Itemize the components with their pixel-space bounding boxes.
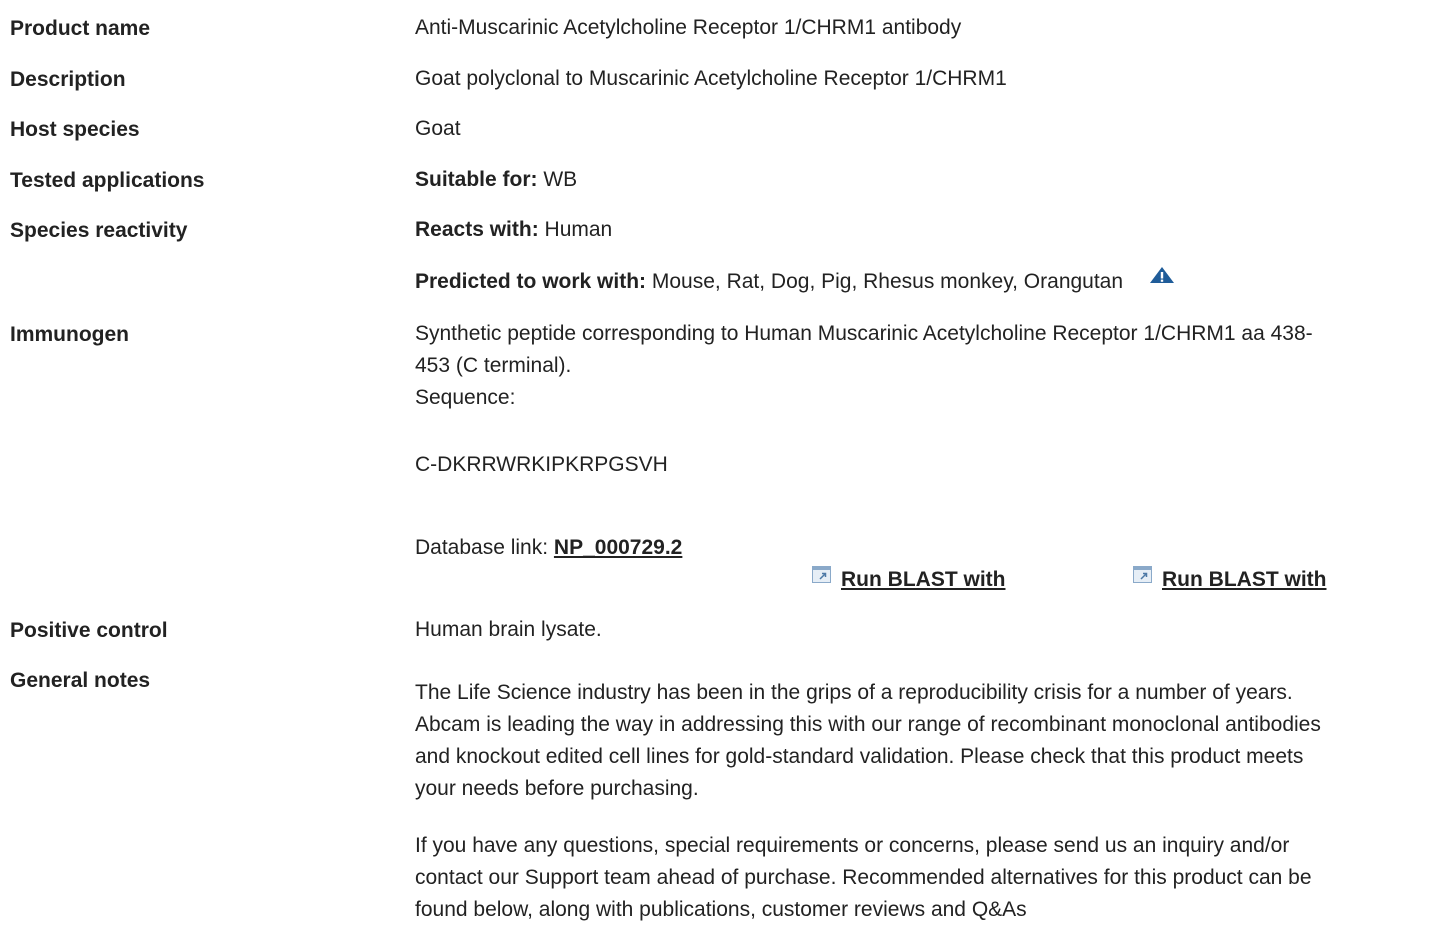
host-species-value: Goat [415, 113, 1442, 145]
run-blast-link-2[interactable]: Run BLAST with [1162, 568, 1326, 591]
species-reactivity-label: Species reactivity [10, 219, 188, 242]
general-notes-line: The Life Science industry has been in th… [415, 681, 1293, 704]
sequence-value: C-DKRRWRKIPKRPGSVH [415, 449, 1442, 481]
general-notes-line: and knockout edited cell lines for gold-… [415, 745, 1304, 768]
run-blast-button-1[interactable]: Run BLAST with [812, 565, 1005, 592]
run-blast-link-1[interactable]: Run BLAST with [841, 568, 1005, 591]
immunogen-line-1: Synthetic peptide corresponding to Human… [415, 322, 1313, 345]
description-text: Goat polyclonal to Muscarinic Acetylchol… [415, 67, 1007, 90]
predicted-key: Predicted to work with: [415, 270, 647, 293]
database-link[interactable]: NP_000729.2 [554, 536, 682, 559]
host-species-text: Goat [415, 117, 461, 140]
positive-control-text: Human brain lysate. [415, 618, 602, 641]
general-notes-paragraph-2: If you have any questions, special requi… [415, 830, 1442, 926]
reacts-with-key: Reacts with: [415, 218, 539, 241]
sequence-label: Sequence: [415, 386, 516, 409]
general-notes-line: found below, along with publications, cu… [415, 898, 1027, 921]
immunogen-value: Synthetic peptide corresponding to Human… [415, 318, 1442, 414]
product-name-label: Product name [10, 17, 151, 40]
product-name-text: Anti-Muscarinic Acetylcholine Receptor 1… [415, 16, 962, 39]
database-link-label: Database link: [415, 536, 554, 559]
suitable-for-key: Suitable for: [415, 168, 538, 191]
tested-applications-label: Tested applications [10, 169, 205, 192]
suitable-for-value: WB [537, 168, 578, 191]
general-notes-line: contact our Support team ahead of purcha… [415, 866, 1312, 889]
positive-control-label: Positive control [10, 619, 168, 642]
general-notes-line: If you have any questions, special requi… [415, 834, 1290, 857]
predicted-to-work-value: Predicted to work with: Mouse, Rat, Dog,… [415, 266, 1442, 298]
general-notes-line: your needs before purchasing. [415, 777, 699, 800]
predicted-value: Mouse, Rat, Dog, Pig, Rhesus monkey, Ora… [646, 270, 1124, 293]
database-link-row: Database link: NP_000729.2 [415, 532, 1442, 564]
general-notes-paragraph-1: The Life Science industry has been in th… [415, 677, 1442, 805]
general-notes-label: General notes [10, 669, 151, 692]
run-blast-button-2[interactable]: Run BLAST with [1133, 565, 1326, 592]
external-link-icon [1133, 565, 1152, 589]
description-value: Goat polyclonal to Muscarinic Acetylchol… [415, 63, 1442, 95]
reacts-with-value: Human [538, 218, 613, 241]
external-link-icon [812, 565, 831, 589]
species-reactivity-value: Reacts with: Human [415, 214, 1442, 246]
warning-triangle-icon[interactable] [1149, 262, 1175, 294]
general-notes-line: Abcam is leading the way in addressing t… [415, 713, 1321, 736]
product-name-value: Anti-Muscarinic Acetylcholine Receptor 1… [415, 12, 1442, 44]
host-species-label: Host species [10, 118, 140, 141]
sequence-text: C-DKRRWRKIPKRPGSVH [415, 453, 668, 476]
immunogen-line-2: 453 (C terminal). [415, 354, 572, 377]
description-label: Description [10, 68, 126, 91]
positive-control-value: Human brain lysate. [415, 614, 1442, 646]
tested-applications-value: Suitable for: WB [415, 164, 1442, 196]
immunogen-label: Immunogen [10, 323, 129, 346]
